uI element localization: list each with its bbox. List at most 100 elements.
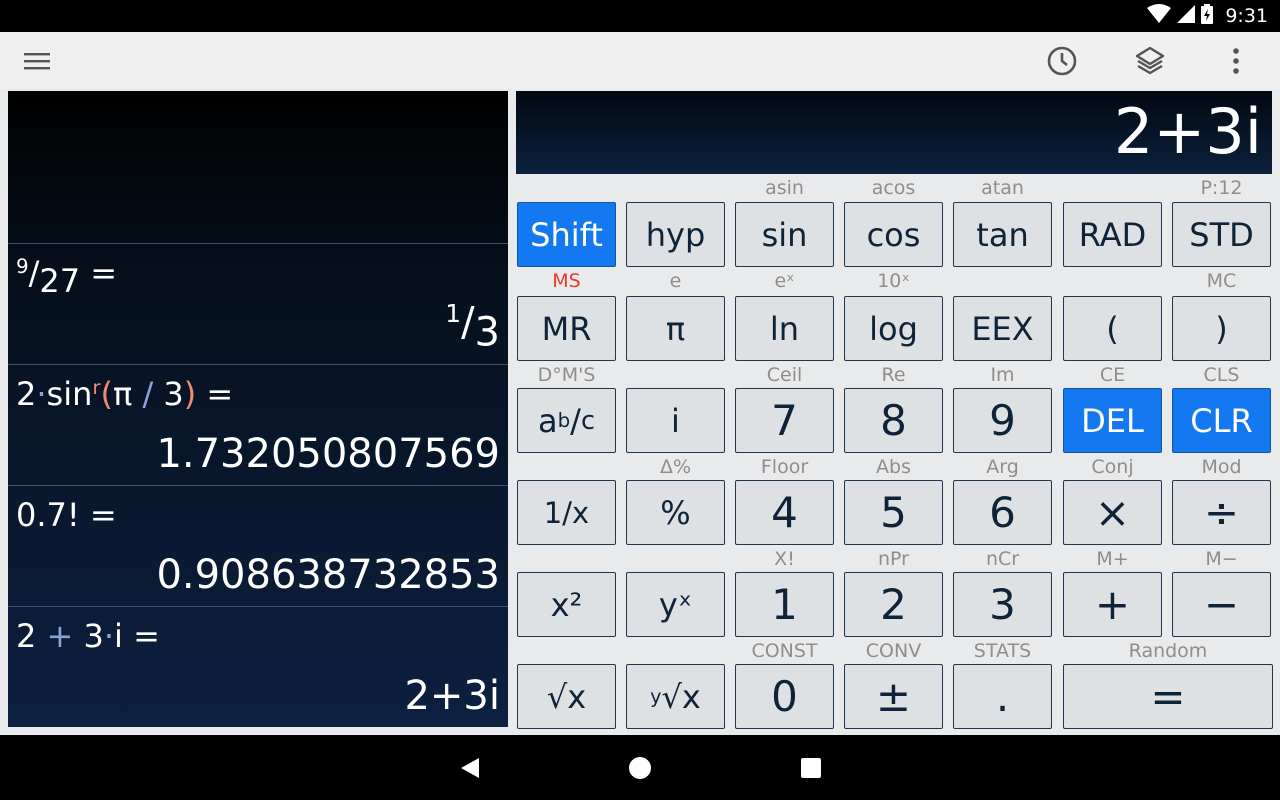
- secondary-label-random: Random: [1128, 640, 1208, 662]
- menu-icon[interactable]: [18, 41, 58, 81]
- history-result: 0.908638732853: [156, 552, 500, 598]
- equals-key[interactable]: =: [1063, 664, 1273, 729]
- decimal-point-key[interactable]: .: [953, 664, 1052, 729]
- status-bar: 9:31: [0, 0, 1280, 32]
- toolbar: [0, 32, 1280, 89]
- power-key[interactable]: yˣ: [626, 572, 725, 637]
- history-entry[interactable]: 2·sinr(π / 3) = 1.732050807569: [8, 364, 508, 485]
- history-panel[interactable]: 9/27 = 1/3 2·sinr(π / 3) = 1.73205080756…: [8, 91, 508, 727]
- imaginary-i-key[interactable]: i: [626, 388, 725, 453]
- history-entry[interactable]: 2 + 3·i = 2+3i: [8, 606, 508, 727]
- cell-signal-icon: [1177, 5, 1196, 27]
- plus-key[interactable]: +: [1063, 572, 1162, 637]
- rad-key[interactable]: RAD: [1063, 202, 1162, 267]
- digit-6-key[interactable]: 6: [953, 480, 1052, 545]
- square-key[interactable]: x²: [517, 572, 616, 637]
- log-key[interactable]: log: [844, 296, 943, 361]
- plus-minus-key[interactable]: ±: [844, 664, 943, 729]
- nth-root-key[interactable]: y √x: [626, 664, 725, 729]
- hyp-key[interactable]: hyp: [626, 202, 725, 267]
- std-key[interactable]: STD: [1172, 202, 1271, 267]
- shift-key[interactable]: Shift: [517, 202, 616, 267]
- secondary-label-exp: eˣ: [774, 270, 795, 292]
- tan-key[interactable]: tan: [953, 202, 1052, 267]
- history-expression: 9/27 =: [16, 254, 118, 300]
- secondary-label-floor: Floor: [760, 456, 809, 478]
- more-vert-icon[interactable]: [1216, 41, 1256, 81]
- back-icon[interactable]: [455, 753, 485, 783]
- secondary-label-ce: CE: [1099, 364, 1126, 386]
- digit-4-key[interactable]: 4: [735, 480, 834, 545]
- percent-key[interactable]: %: [626, 480, 725, 545]
- digit-8-key[interactable]: 8: [844, 388, 943, 453]
- history-entry[interactable]: 0.7! = 0.908638732853: [8, 485, 508, 606]
- secondary-label-cls: CLS: [1203, 364, 1240, 386]
- mr-key[interactable]: MR: [517, 296, 616, 361]
- history-result: 1/3: [445, 299, 500, 356]
- pi-key[interactable]: π: [626, 296, 725, 361]
- recents-icon[interactable]: [796, 753, 826, 783]
- calculator-display: 2+3i: [516, 91, 1272, 174]
- secondary-label-stats: STATS: [973, 640, 1032, 662]
- battery-charging-icon: [1201, 4, 1214, 28]
- digit-1-key[interactable]: 1: [735, 572, 834, 637]
- secondary-label-delta-percent: Δ%: [659, 456, 692, 478]
- wifi-icon: [1147, 4, 1172, 28]
- digit-7-key[interactable]: 7: [735, 388, 834, 453]
- secondary-label-abs: Abs: [876, 456, 911, 478]
- secondary-label-asin: asin: [765, 177, 804, 199]
- secondary-label-ms: MS: [552, 270, 581, 292]
- divide-key[interactable]: ÷: [1172, 480, 1271, 545]
- digit-2-key[interactable]: 2: [844, 572, 943, 637]
- history-result: 1.732050807569: [156, 431, 500, 477]
- secondary-label-factorial: X!: [774, 548, 795, 570]
- secondary-label-mod: Mod: [1201, 456, 1242, 478]
- clock: 9:31: [1225, 5, 1268, 27]
- secondary-label-mc: MC: [1206, 270, 1237, 292]
- layers-icon[interactable]: [1130, 41, 1170, 81]
- secondary-label-conj: Conj: [1091, 456, 1134, 478]
- secondary-label-e: e: [669, 270, 682, 292]
- navigation-bar: [0, 735, 1280, 800]
- secondary-label-atan: atan: [981, 177, 1024, 199]
- secondary-label-m-minus: M−: [1205, 548, 1238, 570]
- history-expression: 0.7! =: [16, 496, 117, 534]
- secondary-label-npr: nPr: [878, 548, 909, 570]
- keypad: asin acos atan P:12 Shift hyp sin cos ta…: [516, 174, 1274, 734]
- secondary-label-ncr: nCr: [985, 548, 1020, 570]
- secondary-label-im: Im: [990, 364, 1015, 386]
- secondary-label-re: Re: [881, 364, 906, 386]
- clr-key[interactable]: CLR: [1172, 388, 1271, 453]
- reciprocal-key[interactable]: 1/x: [517, 480, 616, 545]
- eex-key[interactable]: EEX: [953, 296, 1052, 361]
- digit-5-key[interactable]: 5: [844, 480, 943, 545]
- del-key[interactable]: DEL: [1063, 388, 1162, 453]
- digit-3-key[interactable]: 3: [953, 572, 1052, 637]
- digit-9-key[interactable]: 9: [953, 388, 1052, 453]
- secondary-label-conv: CONV: [865, 640, 922, 662]
- secondary-label-dms: D°M'S: [537, 364, 596, 386]
- secondary-label-const: CONST: [751, 640, 818, 662]
- secondary-label-precision: P:12: [1200, 177, 1243, 199]
- display-value: 2+3i: [1113, 95, 1262, 168]
- digit-0-key[interactable]: 0: [735, 664, 834, 729]
- home-icon[interactable]: [625, 753, 655, 783]
- ln-key[interactable]: ln: [735, 296, 834, 361]
- minus-key[interactable]: −: [1172, 572, 1271, 637]
- secondary-label-arg: Arg: [986, 456, 1019, 478]
- sqrt-key[interactable]: √x: [517, 664, 616, 729]
- secondary-label-pow10: 10ˣ: [877, 270, 910, 292]
- history-clock-icon[interactable]: [1042, 41, 1082, 81]
- open-paren-key[interactable]: (: [1063, 296, 1162, 361]
- secondary-label-acos: acos: [871, 177, 916, 199]
- history-result: 2+3i: [404, 673, 500, 719]
- close-paren-key[interactable]: ): [1172, 296, 1271, 361]
- secondary-label-m-plus: M+: [1096, 548, 1129, 570]
- sin-key[interactable]: sin: [735, 202, 834, 267]
- cos-key[interactable]: cos: [844, 202, 943, 267]
- multiply-key[interactable]: ×: [1063, 480, 1162, 545]
- fraction-key[interactable]: a b / c: [517, 388, 616, 453]
- history-entry[interactable]: 9/27 = 1/3: [8, 243, 508, 364]
- secondary-label-ceil: Ceil: [766, 364, 803, 386]
- history-expression: 2 + 3·i =: [16, 617, 160, 655]
